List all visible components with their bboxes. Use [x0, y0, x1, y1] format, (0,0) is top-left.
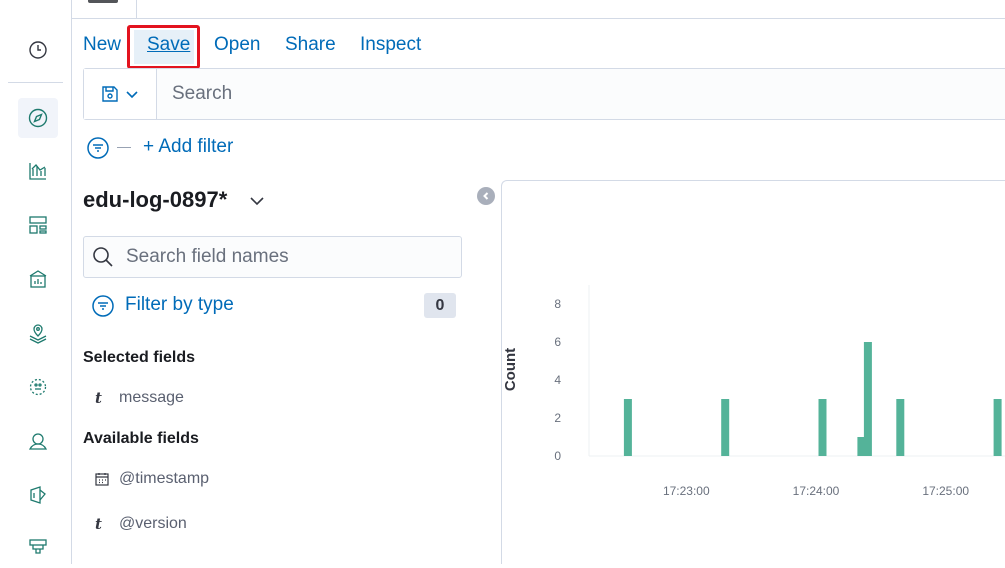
histogram-chart[interactable]: 0 2 4 6 8 17:23:00 17:24:00 17:25:00	[538, 285, 1005, 505]
new-button[interactable]: New	[83, 34, 121, 56]
nav-divider	[8, 82, 63, 83]
visualize-icon[interactable]	[18, 151, 58, 191]
y-tick-label: 8	[554, 297, 561, 311]
chevron-left-icon	[483, 192, 489, 200]
header-divider	[71, 0, 72, 18]
field-name: @timestamp	[119, 470, 210, 487]
x-tick-label: 17:25:00	[922, 484, 969, 498]
field-search-input[interactable]: Search field names	[83, 236, 462, 278]
dashboard-icon[interactable]	[18, 205, 58, 245]
histogram-bar[interactable]	[623, 399, 632, 456]
histogram-bar[interactable]	[993, 399, 1002, 456]
left-nav	[0, 18, 72, 564]
available-fields-title: Available fields	[83, 430, 199, 447]
string-type-icon: t	[95, 515, 102, 533]
calendar-icon	[95, 471, 119, 487]
collapse-sidebar-button[interactable]	[477, 187, 495, 205]
field-name: @version	[119, 515, 187, 532]
histogram-bar[interactable]	[896, 399, 905, 456]
field-search-placeholder: Search field names	[126, 246, 289, 267]
inspect-button[interactable]: Inspect	[360, 34, 421, 56]
open-button[interactable]: Open	[214, 34, 260, 56]
filter-icon[interactable]	[86, 136, 110, 160]
histogram-bar[interactable]	[721, 399, 730, 456]
app-tab-indicator[interactable]	[88, 0, 118, 3]
save-highlight-box	[127, 25, 200, 69]
y-axis-label: Count	[502, 347, 520, 392]
top-nav-menu: New Save Open Share Inspect	[72, 18, 1005, 68]
string-type-icon: t	[95, 389, 102, 407]
chevron-down-icon[interactable]	[248, 192, 266, 210]
saved-query-button[interactable]	[84, 69, 157, 119]
query-bar: Search	[83, 68, 1005, 120]
selected-fields-title: Selected fields	[83, 349, 196, 366]
filter-count-badge: 0	[424, 293, 456, 318]
save-disk-icon	[102, 86, 118, 102]
chevron-down-icon	[126, 91, 138, 99]
clock-icon[interactable]	[18, 30, 58, 70]
graph-icon[interactable]	[18, 421, 58, 461]
infra-icon[interactable]	[18, 528, 58, 568]
share-button[interactable]: Share	[285, 34, 336, 56]
y-tick-label: 2	[554, 411, 561, 425]
add-filter-button[interactable]: + Add filter	[143, 136, 233, 158]
ml-icon[interactable]	[18, 367, 58, 407]
histogram-bar[interactable]	[863, 342, 872, 456]
stack-monitor-icon[interactable]	[18, 475, 58, 515]
y-tick-label: 4	[554, 373, 561, 387]
filter-icon	[92, 295, 114, 317]
field-item[interactable]: t message	[95, 385, 184, 411]
histogram-bar[interactable]	[818, 399, 827, 456]
y-tick-label: 0	[554, 449, 561, 463]
top-header-strip	[0, 0, 1005, 19]
field-name: message	[119, 389, 184, 406]
query-search-input[interactable]: Search	[172, 83, 232, 105]
y-tick-label: 6	[554, 335, 561, 349]
discover-compass-icon[interactable]	[18, 98, 58, 138]
x-tick-label: 17:24:00	[793, 484, 840, 498]
canvas-icon[interactable]	[18, 259, 58, 299]
header-divider	[136, 0, 137, 18]
x-tick-label: 17:23:00	[663, 484, 710, 498]
maps-icon[interactable]	[18, 313, 58, 353]
search-icon	[93, 247, 113, 267]
field-item[interactable]: t @version	[95, 511, 187, 537]
index-pattern-title[interactable]: edu-log-0897*	[83, 187, 227, 213]
filter-by-type-label: Filter by type	[125, 294, 234, 315]
filter-separator	[117, 147, 131, 148]
field-item[interactable]: @timestamp	[95, 466, 209, 492]
